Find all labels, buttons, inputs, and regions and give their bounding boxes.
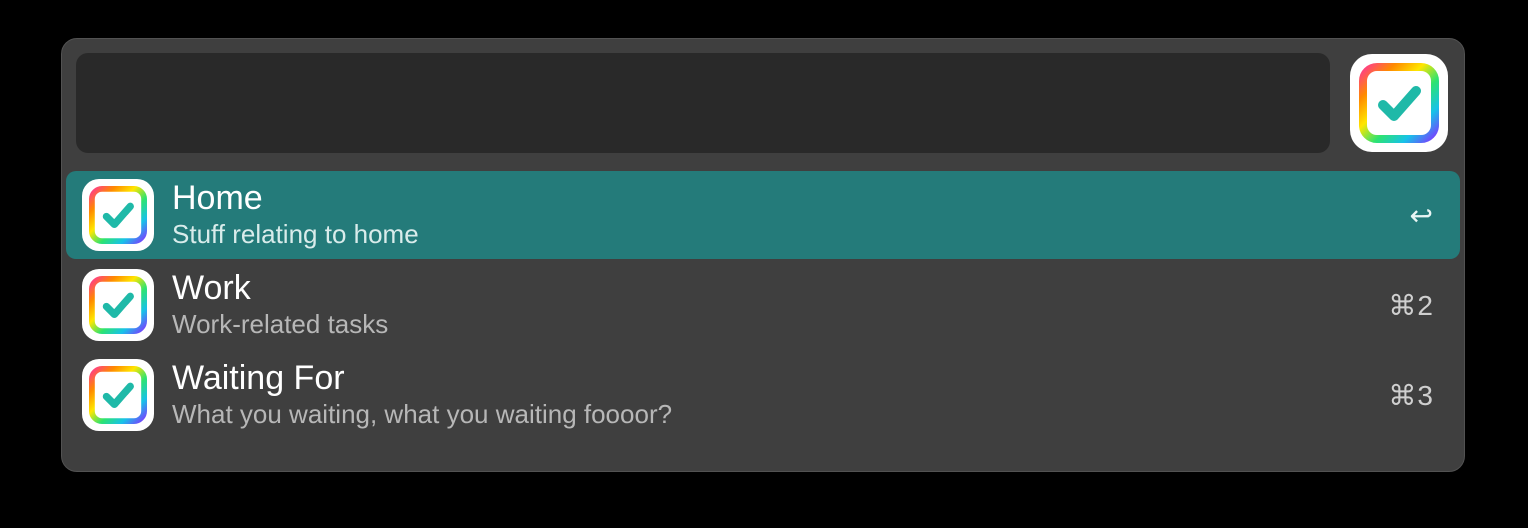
result-item-home[interactable]: Home Stuff relating to home ↩ <box>66 171 1460 259</box>
return-icon: ↩ <box>1410 199 1434 232</box>
result-title: Work <box>172 269 1370 308</box>
result-text: Work Work-related tasks <box>172 269 1370 340</box>
result-title: Waiting For <box>172 359 1370 398</box>
result-item-waiting-for[interactable]: Waiting For What you waiting, what you w… <box>66 351 1460 439</box>
app-icon <box>1350 54 1448 152</box>
result-text: Home Stuff relating to home <box>172 179 1392 250</box>
search-row <box>62 39 1464 167</box>
results-list: Home Stuff relating to home ↩ <box>62 167 1464 471</box>
shortcut-label: ⌘3 <box>1388 379 1434 412</box>
result-subtitle: Work-related tasks <box>172 309 1370 340</box>
result-text: Waiting For What you waiting, what you w… <box>172 359 1370 430</box>
checkmark-app-icon <box>1359 63 1439 143</box>
result-subtitle: What you waiting, what you waiting foooo… <box>172 399 1370 430</box>
launcher-window: Home Stuff relating to home ↩ <box>61 38 1465 472</box>
result-item-work[interactable]: Work Work-related tasks ⌘2 <box>66 261 1460 349</box>
result-title: Home <box>172 179 1392 218</box>
checkmark-app-icon <box>82 359 154 431</box>
checkmark-app-icon <box>82 269 154 341</box>
shortcut-label: ⌘2 <box>1388 289 1434 322</box>
checkmark-app-icon <box>82 179 154 251</box>
result-subtitle: Stuff relating to home <box>172 219 1392 250</box>
search-input[interactable] <box>76 53 1330 153</box>
